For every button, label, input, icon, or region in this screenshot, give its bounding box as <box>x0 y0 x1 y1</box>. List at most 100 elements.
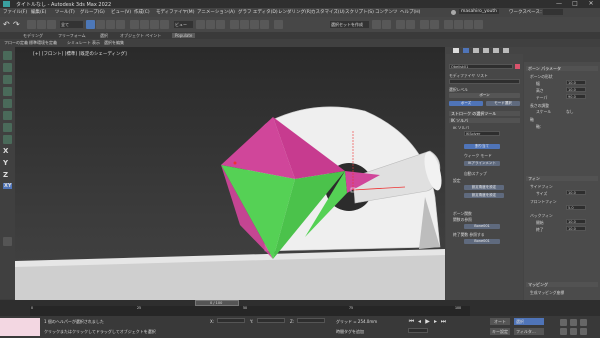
ribbon-edit-selected[interactable]: 選択を編集 <box>104 40 124 46</box>
ribbon-define-idle-areas[interactable]: 標準環境を定義 <box>29 40 57 46</box>
maxscript-listener[interactable] <box>0 318 40 336</box>
modifier-list-dropdown[interactable] <box>449 79 520 84</box>
modify-tab-icon[interactable] <box>463 48 469 53</box>
spinner-snap-icon[interactable] <box>260 20 269 29</box>
mirror-icon[interactable] <box>372 20 381 29</box>
workspace-dropdown[interactable] <box>543 9 563 15</box>
menu-scripting[interactable]: スクリプト(S) <box>345 9 374 15</box>
transform-gizmo-icon[interactable] <box>3 237 12 246</box>
height-field[interactable]: 10.0 <box>566 87 586 92</box>
ik-rollout-header[interactable]: IK ソルバ <box>449 118 520 123</box>
mirror-tool-icon[interactable] <box>3 123 12 132</box>
current-frame-field[interactable] <box>408 328 428 333</box>
ribbon-simulate[interactable]: シミュレート <box>67 40 91 46</box>
zoom-extents-icon[interactable] <box>580 328 587 335</box>
weak-mode-checkbox[interactable]: ウィーク モード <box>464 153 492 159</box>
redo-icon[interactable]: ↷ <box>13 20 22 29</box>
maximize-viewport-icon[interactable] <box>580 319 587 326</box>
back-fin-checkbox[interactable]: バックフィン <box>530 213 553 219</box>
menu-rendering[interactable]: レンダリング(R) <box>278 9 312 15</box>
set-key-button[interactable]: キー設定 <box>490 328 510 335</box>
close-button[interactable]: ✕ <box>584 0 598 8</box>
bone-stack-item[interactable]: ボーン <box>449 93 520 98</box>
fin-end-field[interactable]: 10.0 <box>566 226 586 231</box>
display-tab-icon[interactable] <box>493 48 499 53</box>
side-fin-size-field[interactable]: 10.0 <box>566 190 586 195</box>
ik-alignment-button[interactable]: IKアラインメント <box>464 161 500 166</box>
selection-filter-dropdown[interactable]: 全て <box>60 21 83 28</box>
object-color-swatch[interactable] <box>515 64 520 69</box>
assign-button[interactable]: 割り当て <box>464 144 500 149</box>
menu-customize[interactable]: カスタマイズ(U) <box>311 9 345 15</box>
front-fin-size-field[interactable]: 5.0 <box>566 205 586 210</box>
view-dropdown[interactable]: ビュー <box>174 21 193 28</box>
prev-frame-icon[interactable]: ◂ <box>416 318 423 325</box>
minimize-button[interactable]: — <box>552 0 566 8</box>
maximize-button[interactable]: □ <box>568 0 582 8</box>
manipulate-icon[interactable] <box>206 20 215 29</box>
pan-view-icon[interactable] <box>560 319 567 326</box>
bind-spacewarp-icon[interactable] <box>47 20 56 29</box>
zoom-view-icon[interactable] <box>560 328 567 335</box>
utilities-tab-icon[interactable] <box>503 48 509 53</box>
menu-help[interactable]: ヘルプ(H) <box>400 9 420 15</box>
place-icon[interactable] <box>160 20 169 29</box>
select-object-icon[interactable] <box>86 20 95 29</box>
viewport-front[interactable]: [+] [フロント] [標準] [既定のシェーディング] <box>15 47 445 300</box>
scale-tool-icon[interactable] <box>3 111 12 120</box>
scene-explorer-icon[interactable] <box>396 20 405 29</box>
stretch-none-radio[interactable]: なし <box>566 109 574 115</box>
menu-create[interactable]: 作成(C) <box>134 9 150 15</box>
mapping-rollout-header[interactable]: マッピング <box>526 282 598 287</box>
rotate-icon[interactable] <box>140 20 149 29</box>
undo-icon[interactable]: ↶ <box>3 20 12 29</box>
bone-ref-button-2[interactable]: Bone001 <box>464 239 500 244</box>
add-time-tag[interactable]: 時間タグを追加 <box>336 329 364 335</box>
menu-file[interactable]: ファイル(F) <box>3 9 27 15</box>
side-fins-checkbox[interactable]: サイドフィン <box>530 184 553 190</box>
axis-y-button[interactable]: Y <box>3 159 8 167</box>
named-selection-dropdown[interactable]: 選択セットを作成 <box>330 21 369 28</box>
z-coord-field[interactable] <box>297 318 325 323</box>
user-account[interactable]: masahiro_youth <box>459 9 499 14</box>
play-icon[interactable]: ▶ <box>424 318 431 325</box>
scale-icon[interactable] <box>150 20 159 29</box>
render-frame-icon[interactable] <box>464 20 473 29</box>
auto-snap-checkbox[interactable]: 自動スナップ <box>464 171 487 177</box>
ribbon-define-flows[interactable]: フローの定義 <box>4 40 28 46</box>
stroke-rollout-header[interactable]: ストローク の選択ツール <box>449 111 520 116</box>
stretch-scale-radio[interactable]: スケール <box>536 109 551 115</box>
window-crossing-icon[interactable] <box>116 20 125 29</box>
bone-params-rollout-header[interactable]: ボーン パラメータ <box>526 66 598 71</box>
taper-field[interactable]: 90.0 <box>566 94 586 99</box>
render-production-icon[interactable] <box>474 20 483 29</box>
fin-start-field[interactable]: 10.0 <box>566 219 586 224</box>
orbit-view-icon[interactable] <box>570 319 577 326</box>
create-tab-icon[interactable] <box>453 48 459 53</box>
user-icon[interactable] <box>451 10 456 15</box>
menu-edit[interactable]: 編集(E) <box>31 9 46 15</box>
angle-snap-icon[interactable] <box>240 20 249 29</box>
goto-end-icon[interactable]: ⏭ <box>440 318 447 325</box>
isolate-tool-icon[interactable] <box>3 135 12 144</box>
curve-editor-icon[interactable] <box>420 20 429 29</box>
menu-content[interactable]: コンテンツ <box>375 9 398 15</box>
ik-solver-dropdown[interactable]: IKSolver <box>464 131 500 136</box>
pose-button[interactable]: ポーズ <box>449 101 483 106</box>
rotate-tool-icon[interactable] <box>3 99 12 108</box>
fins-rollout-header[interactable]: フィン <box>526 176 598 181</box>
snaps-toggle-icon[interactable] <box>3 51 12 60</box>
field-of-view-icon[interactable] <box>570 328 577 335</box>
auto-key-button[interactable]: オート <box>490 318 510 325</box>
percent-snap-icon[interactable] <box>250 20 259 29</box>
rect-select-icon[interactable] <box>106 20 115 29</box>
hierarchy-tab-icon[interactable] <box>473 48 479 53</box>
align-icon[interactable] <box>382 20 391 29</box>
select-tool-icon[interactable] <box>3 75 12 84</box>
y-coord-field[interactable] <box>257 318 285 323</box>
x-coord-field[interactable] <box>217 318 245 323</box>
menu-graph-editors[interactable]: グラフ エディタ(D) <box>238 9 278 15</box>
unlink-icon[interactable] <box>37 20 46 29</box>
menu-modifiers[interactable]: モディファイヤ(M) <box>156 9 194 15</box>
mode-select-button[interactable]: モード選択 <box>486 101 520 106</box>
